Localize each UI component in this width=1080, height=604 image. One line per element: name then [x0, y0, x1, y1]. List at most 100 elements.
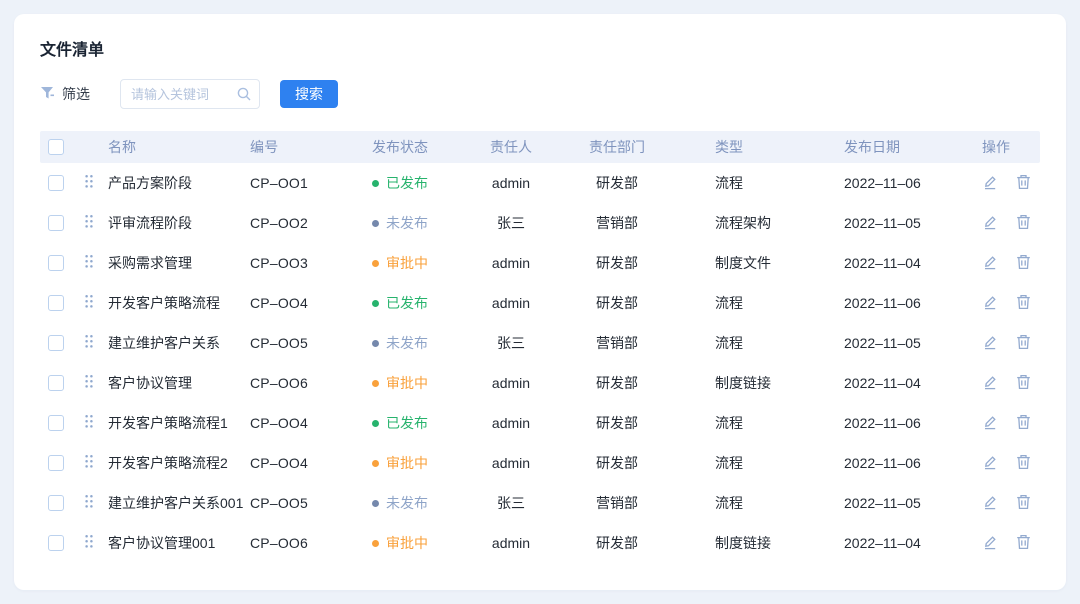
col-header-department: 责任部门 [560, 137, 674, 157]
pencil-icon[interactable] [982, 294, 998, 313]
doc-type: 制度链接 [674, 373, 844, 393]
table-row: 客户协议管理001 CP–OO6 审批中 admin 研发部 制度链接 2022… [40, 523, 1040, 563]
search-box [120, 79, 260, 109]
search-button[interactable]: 搜索 [280, 80, 338, 108]
drag-handle-icon[interactable] [84, 414, 94, 432]
trash-icon[interactable] [1016, 214, 1031, 233]
table-row: 开发客户策略流程2 CP–OO4 审批中 admin 研发部 流程 2022–1… [40, 443, 1040, 483]
row-checkbox[interactable] [48, 535, 64, 551]
row-checkbox[interactable] [48, 255, 64, 271]
file-list-card: 文件清单 筛选 搜索 名称 编号 发布状态 责任人 责任部门 [14, 14, 1066, 590]
doc-owner: admin [462, 375, 560, 391]
status-badge: 已发布 [372, 413, 462, 433]
status-label: 审批中 [386, 453, 428, 473]
status-badge: 未发布 [372, 333, 462, 353]
doc-date: 2022–11–06 [844, 455, 982, 471]
doc-date: 2022–11–04 [844, 375, 982, 391]
table-row: 建立维护客户关系001 CP–OO5 未发布 张三 营销部 流程 2022–11… [40, 483, 1040, 523]
drag-handle-icon[interactable] [84, 494, 94, 512]
pencil-icon[interactable] [982, 374, 998, 393]
pencil-icon[interactable] [982, 534, 998, 553]
drag-handle-icon[interactable] [84, 174, 94, 192]
doc-owner: admin [462, 535, 560, 551]
doc-code: CP–OO6 [250, 535, 372, 551]
table-row: 评审流程阶段 CP–OO2 未发布 张三 营销部 流程架构 2022–11–05 [40, 203, 1040, 243]
trash-icon[interactable] [1016, 534, 1031, 553]
doc-department: 研发部 [560, 453, 674, 473]
doc-owner: admin [462, 455, 560, 471]
trash-icon[interactable] [1016, 174, 1031, 193]
trash-icon[interactable] [1016, 494, 1031, 513]
doc-date: 2022–11–04 [844, 255, 982, 271]
status-label: 已发布 [386, 173, 428, 193]
trash-icon[interactable] [1016, 334, 1031, 353]
doc-owner: admin [462, 255, 560, 271]
doc-code: CP–OO4 [250, 455, 372, 471]
trash-icon[interactable] [1016, 294, 1031, 313]
row-checkbox[interactable] [48, 455, 64, 471]
drag-handle-icon[interactable] [84, 534, 94, 552]
trash-icon[interactable] [1016, 254, 1031, 273]
doc-type: 流程 [674, 173, 844, 193]
pencil-icon[interactable] [982, 454, 998, 473]
doc-name: 建立维护客户关系001 [108, 493, 250, 513]
drag-handle-icon[interactable] [84, 454, 94, 472]
pencil-icon[interactable] [982, 254, 998, 273]
row-checkbox[interactable] [48, 495, 64, 511]
drag-handle-icon[interactable] [84, 374, 94, 392]
drag-handle-icon[interactable] [84, 334, 94, 352]
drag-handle-icon[interactable] [84, 214, 94, 232]
doc-name: 开发客户策略流程 [108, 293, 250, 313]
filter-button[interactable]: 筛选 [40, 84, 90, 104]
search-input[interactable] [120, 79, 260, 109]
status-dot-icon [372, 540, 379, 547]
status-label: 审批中 [386, 253, 428, 273]
doc-department: 研发部 [560, 253, 674, 273]
col-header-date: 发布日期 [844, 137, 982, 157]
drag-handle-icon[interactable] [84, 294, 94, 312]
doc-code: CP–OO2 [250, 215, 372, 231]
col-header-ops: 操作 [982, 137, 1040, 157]
doc-department: 研发部 [560, 413, 674, 433]
row-checkbox[interactable] [48, 215, 64, 231]
table-row: 开发客户策略流程 CP–OO4 已发布 admin 研发部 流程 2022–11… [40, 283, 1040, 323]
col-header-type: 类型 [674, 137, 844, 157]
doc-name: 采购需求管理 [108, 253, 250, 273]
row-checkbox[interactable] [48, 335, 64, 351]
status-badge: 审批中 [372, 453, 462, 473]
doc-name: 评审流程阶段 [108, 213, 250, 233]
pencil-icon[interactable] [982, 174, 998, 193]
doc-name: 开发客户策略流程1 [108, 413, 250, 433]
doc-department: 研发部 [560, 293, 674, 313]
table-body: 产品方案阶段 CP–OO1 已发布 admin 研发部 流程 2022–11–0… [40, 163, 1040, 563]
status-dot-icon [372, 180, 379, 187]
doc-department: 营销部 [560, 333, 674, 353]
trash-icon[interactable] [1016, 414, 1031, 433]
table-row: 建立维护客户关系 CP–OO5 未发布 张三 营销部 流程 2022–11–05 [40, 323, 1040, 363]
status-label: 未发布 [386, 493, 428, 513]
pencil-icon[interactable] [982, 214, 998, 233]
pencil-icon[interactable] [982, 414, 998, 433]
pencil-icon[interactable] [982, 494, 998, 513]
doc-name: 客户协议管理001 [108, 533, 250, 553]
doc-code: CP–OO3 [250, 255, 372, 271]
doc-type: 流程 [674, 453, 844, 473]
row-checkbox[interactable] [48, 175, 64, 191]
trash-icon[interactable] [1016, 374, 1031, 393]
doc-department: 研发部 [560, 373, 674, 393]
row-checkbox[interactable] [48, 415, 64, 431]
filter-label: 筛选 [62, 84, 90, 104]
status-label: 未发布 [386, 213, 428, 233]
row-checkbox[interactable] [48, 295, 64, 311]
doc-date: 2022–11–05 [844, 495, 982, 511]
pencil-icon[interactable] [982, 334, 998, 353]
status-dot-icon [372, 420, 379, 427]
trash-icon[interactable] [1016, 454, 1031, 473]
row-checkbox[interactable] [48, 375, 64, 391]
select-all-checkbox[interactable] [48, 139, 64, 155]
doc-code: CP–OO6 [250, 375, 372, 391]
drag-handle-icon[interactable] [84, 254, 94, 272]
status-badge: 已发布 [372, 173, 462, 193]
doc-owner: admin [462, 175, 560, 191]
doc-date: 2022–11–06 [844, 415, 982, 431]
